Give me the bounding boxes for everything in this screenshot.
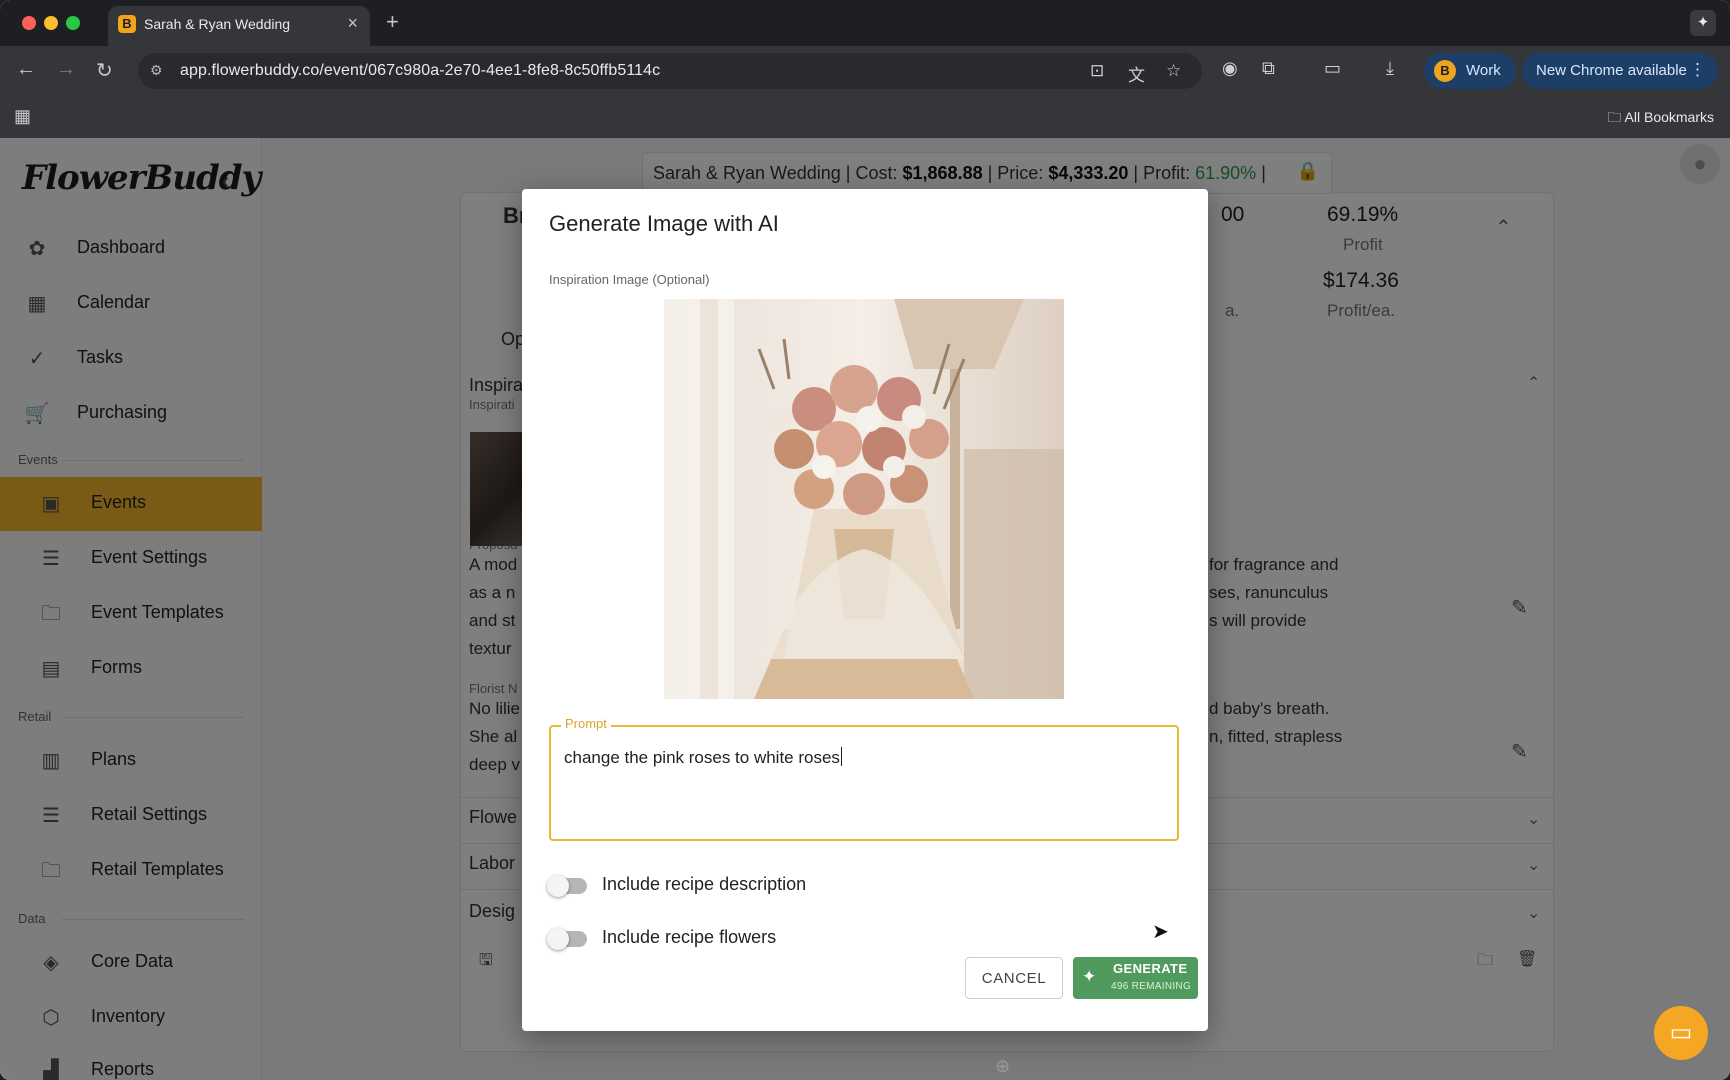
text-caret: [840, 747, 842, 766]
translate-icon[interactable]: 文: [1128, 61, 1145, 86]
generate-image-dialog: Generate Image with AI Inspiration Image…: [522, 189, 1208, 1031]
install-icon[interactable]: ⊡: [1090, 61, 1104, 81]
update-label: New Chrome available: [1536, 62, 1687, 79]
all-bookmarks-button[interactable]: 🗀 All Bookmarks: [1607, 107, 1714, 131]
generate-button[interactable]: ✦ GENERATE 496 REMAINING: [1073, 957, 1198, 999]
sparkle-icon: ✦: [1082, 967, 1097, 986]
prompt-input[interactable]: change the pink roses to white roses: [564, 747, 842, 768]
back-icon[interactable]: ←: [16, 58, 36, 81]
menu-dots-icon: ⋮: [1689, 60, 1706, 79]
new-tab-icon[interactable]: +: [386, 9, 399, 35]
update-chrome-button[interactable]: New Chrome available ⋮: [1522, 53, 1718, 89]
toggle-label: Include recipe description: [602, 874, 807, 894]
switch-knob: [547, 928, 569, 950]
chat-support-icon[interactable]: ▭: [1654, 1006, 1708, 1060]
extensions-icon[interactable]: ⧉: [1262, 58, 1275, 79]
all-bookmarks-label: All Bookmarks: [1624, 109, 1714, 125]
app-area: FlowerBuddy ‹ ✿ Dashboard ▦ Calendar ✓ T…: [0, 138, 1730, 1080]
prompt-legend: Prompt: [561, 716, 611, 731]
generate-label: GENERATE: [1113, 961, 1188, 976]
close-window-button[interactable]: [22, 16, 36, 30]
bookmark-star-icon[interactable]: ☆: [1166, 61, 1181, 81]
profile-name: Work: [1466, 62, 1501, 79]
toggle-label: Include recipe flowers: [602, 927, 777, 947]
cancel-label: CANCEL: [981, 970, 1047, 987]
prompt-value: change the pink roses to white roses: [564, 748, 840, 767]
favicon-icon: B: [118, 15, 136, 33]
prompt-field[interactable]: Prompt change the pink roses to white ro…: [549, 716, 1179, 841]
browser-tab[interactable]: B Sarah & Ryan Wedding ×: [108, 6, 370, 46]
apps-grid-icon[interactable]: ▦: [14, 106, 31, 127]
tab-strip: B Sarah & Ryan Wedding × + ✦: [0, 0, 1730, 46]
tab-search-icon[interactable]: ▭: [1324, 58, 1341, 79]
mouse-pointer-icon: ➤: [1152, 921, 1169, 943]
profile-avatar: B: [1434, 60, 1456, 82]
minimize-window-button[interactable]: [44, 16, 58, 30]
gemini-icon[interactable]: ✦: [1690, 10, 1716, 36]
cancel-button[interactable]: CANCEL: [965, 957, 1063, 999]
download-icon[interactable]: ⤓: [1386, 58, 1394, 79]
remaining-count: 496 REMAINING: [1111, 981, 1192, 992]
bouquet-photo: [664, 299, 1064, 699]
switch-track[interactable]: [547, 928, 587, 950]
url-text: app.flowerbuddy.co/event/067c980a-2e70-4…: [180, 62, 661, 79]
browser-toolbar: ← → ↻ ⚙ app.flowerbuddy.co/event/067c980…: [0, 46, 1730, 96]
switch-knob: [547, 875, 569, 897]
bookmarks-bar: ▦ 🗀 All Bookmarks: [0, 96, 1730, 138]
browser-window: B Sarah & Ryan Wedding × + ✦ ← → ↻ ⚙ app…: [0, 0, 1730, 1080]
inspiration-image-label: Inspiration Image (Optional): [549, 272, 710, 287]
add-circle-icon[interactable]: ⊕: [995, 1056, 1010, 1077]
maximize-window-button[interactable]: [66, 16, 80, 30]
dialog-title: Generate Image with AI: [549, 211, 779, 236]
inspiration-image[interactable]: [664, 299, 1064, 699]
profile-button[interactable]: B Work: [1424, 53, 1516, 89]
password-icon[interactable]: ◉: [1222, 58, 1238, 79]
reload-icon[interactable]: ↻: [96, 58, 113, 83]
tab-title: Sarah & Ryan Wedding: [144, 16, 291, 32]
forward-icon[interactable]: →: [56, 58, 76, 81]
address-bar[interactable]: ⚙ app.flowerbuddy.co/event/067c980a-2e70…: [138, 53, 1202, 89]
site-info-icon[interactable]: ⚙: [150, 62, 163, 79]
switch-track[interactable]: [547, 875, 587, 897]
close-tab-icon[interactable]: ×: [347, 13, 358, 34]
